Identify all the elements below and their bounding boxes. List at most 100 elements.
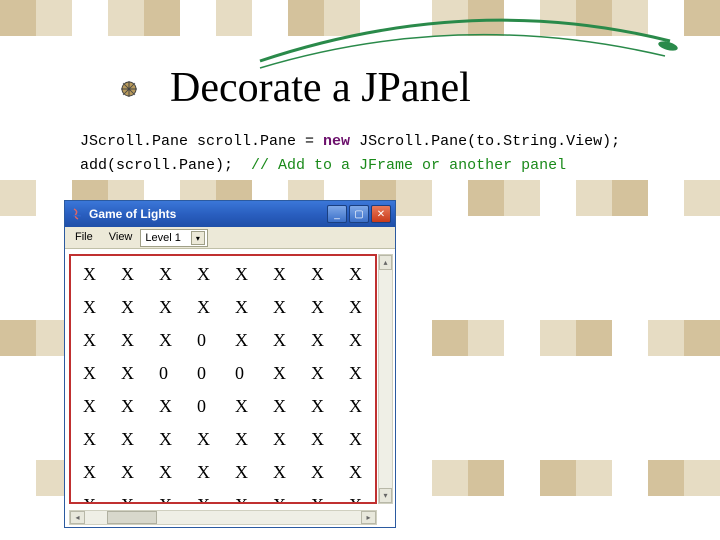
scroll-up-button[interactable]: ▴ [379,255,392,270]
grid-cell[interactable]: X [267,495,305,504]
vertical-scrollbar[interactable]: ▴ ▾ [378,254,393,504]
arrow-right-icon: ▸ [366,513,370,522]
titlebar[interactable]: Game of Lights _ ▢ ✕ [65,201,395,227]
scroll-down-button[interactable]: ▾ [379,488,392,503]
code-comment: // Add to a JFrame or another panel [251,157,566,174]
grid-cell[interactable]: X [153,330,191,363]
grid-cell[interactable]: X [191,297,229,330]
grid-cell[interactable]: X [153,396,191,429]
grid-cell[interactable]: 0 [191,396,229,429]
scroll-thumb[interactable] [107,511,157,524]
grid-cell[interactable]: X [267,297,305,330]
grid-cell[interactable]: X [191,429,229,462]
grid-cell[interactable]: X [115,264,153,297]
grid-cell[interactable]: 0 [191,363,229,396]
grid-cell[interactable]: X [267,330,305,363]
scroll-track[interactable] [379,270,392,488]
grid-cell[interactable]: X [343,363,377,396]
grid-cell[interactable]: X [191,264,229,297]
slide-header: Decorate a JPanel [170,64,471,112]
grid-cell[interactable]: X [305,396,343,429]
close-button[interactable]: ✕ [371,205,391,223]
grid-cell[interactable]: X [115,396,153,429]
grid-cell[interactable]: X [267,462,305,495]
grid-cell[interactable]: X [305,330,343,363]
grid-cell[interactable]: X [229,462,267,495]
minimize-icon: _ [334,209,340,220]
close-icon: ✕ [377,209,385,220]
menu-view[interactable]: View [101,227,141,248]
grid-cell[interactable]: X [267,429,305,462]
grid-cell[interactable]: X [115,363,153,396]
grid-cell[interactable]: X [153,297,191,330]
menu-file[interactable]: File [67,227,101,248]
grid-cell[interactable]: X [191,462,229,495]
grid-cell[interactable]: X [343,462,377,495]
chevron-down-icon: ▾ [191,231,205,245]
grid-cell[interactable]: X [115,330,153,363]
grid-cell[interactable]: X [77,264,115,297]
grid-cell[interactable]: X [77,330,115,363]
grid-cell[interactable]: X [343,495,377,504]
header-bullet-icon [120,80,138,98]
window-title: Game of Lights [89,207,327,221]
code-text: JScroll.Pane(to.String.View); [350,133,620,150]
grid-cell[interactable]: X [267,396,305,429]
grid-cell[interactable]: X [305,297,343,330]
code-snippet: JScroll.Pane scroll.Pane = new JScroll.P… [80,130,620,178]
menubar: File View Level 1 ▾ [65,227,395,249]
grid-cell[interactable]: X [305,495,343,504]
grid-cell[interactable]: X [77,462,115,495]
grid-cell[interactable]: X [229,297,267,330]
grid-cell[interactable]: X [77,429,115,462]
grid-cell[interactable]: X [229,396,267,429]
grid-cell[interactable]: 0 [153,363,191,396]
grid-cell[interactable]: X [115,462,153,495]
grid-cell[interactable]: X [229,330,267,363]
grid-cell[interactable]: X [77,297,115,330]
grid-cell[interactable]: X [305,462,343,495]
grid-cell[interactable]: X [305,264,343,297]
scroll-track[interactable] [157,511,361,524]
grid-cell[interactable]: X [343,264,377,297]
grid-cell[interactable]: X [153,429,191,462]
grid-cell[interactable]: X [115,297,153,330]
grid-cell[interactable]: X [267,363,305,396]
maximize-button[interactable]: ▢ [349,205,369,223]
level-dropdown[interactable]: Level 1 ▾ [140,229,207,247]
code-text: add(scroll.Pane); [80,157,251,174]
grid-cell[interactable]: X [305,363,343,396]
scroll-right-button[interactable]: ▸ [361,511,376,524]
grid-cell[interactable]: X [77,363,115,396]
grid-cell[interactable]: X [343,330,377,363]
grid-cell[interactable]: 0 [191,330,229,363]
grid-cell[interactable]: X [229,495,267,504]
game-grid: XXXXXXXXXXXXXXXXXXX0XXXXXX000XXXXXX0XXXX… [71,256,375,504]
arrow-up-icon: ▴ [383,258,387,267]
grid-cell[interactable]: X [305,429,343,462]
grid-cell[interactable]: X [153,462,191,495]
grid-cell[interactable]: X [229,264,267,297]
code-keyword: new [323,133,350,150]
grid-cell[interactable]: X [229,429,267,462]
grid-cell[interactable]: X [115,495,153,504]
minimize-button[interactable]: _ [327,205,347,223]
grid-cell[interactable]: X [267,264,305,297]
grid-cell[interactable]: X [115,429,153,462]
arrow-left-icon: ◂ [75,513,79,522]
java-icon [69,206,85,222]
grid-cell[interactable]: X [343,429,377,462]
grid-cell[interactable]: X [77,396,115,429]
scroll-left-button[interactable]: ◂ [70,511,85,524]
app-window: Game of Lights _ ▢ ✕ File View Level 1 ▾… [64,200,396,528]
grid-cell[interactable]: X [153,264,191,297]
grid-cell[interactable]: X [153,495,191,504]
grid-cell[interactable]: X [191,495,229,504]
horizontal-scrollbar[interactable]: ◂ ▸ [69,510,377,525]
maximize-icon: ▢ [354,209,363,220]
grid-cell[interactable]: X [77,495,115,504]
grid-cell[interactable]: X [343,396,377,429]
game-panel: XXXXXXXXXXXXXXXXXXX0XXXXXX000XXXXXX0XXXX… [69,254,377,504]
grid-cell[interactable]: X [343,297,377,330]
grid-cell[interactable]: 0 [229,363,267,396]
